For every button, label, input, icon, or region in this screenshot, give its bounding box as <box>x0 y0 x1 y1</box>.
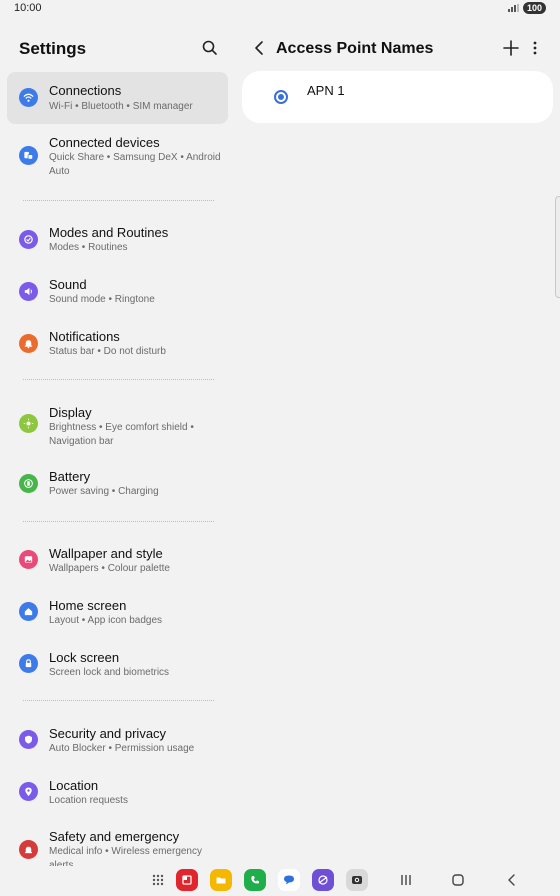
settings-title: Settings <box>19 39 87 58</box>
settings-item-connected-devices[interactable]: Connected devices Quick Share • Samsung … <box>7 128 228 188</box>
menu-title: Home screen <box>49 598 127 613</box>
speaker-icon <box>19 282 38 301</box>
settings-panel: Settings Connections Wi-Fi • Bluetooth •… <box>0 30 236 866</box>
more-options-icon[interactable] <box>530 39 540 57</box>
modes-icon <box>19 230 38 249</box>
apn-list-item[interactable]: APN 1 <box>242 71 553 123</box>
settings-item-modes-routines[interactable]: Modes and Routines Modes • Routines <box>7 214 228 260</box>
menu-title: Modes and Routines <box>49 225 169 240</box>
apn-radio-selected[interactable] <box>274 90 288 104</box>
menu-subtitle: Modes • Routines <box>49 242 128 253</box>
sun-icon <box>19 414 38 433</box>
camera-icon[interactable] <box>346 869 368 891</box>
menu-subtitle: Wallpapers • Colour palette <box>49 563 170 574</box>
signal-icon <box>507 4 519 12</box>
settings-item-location[interactable]: Location Location requests <box>7 768 228 814</box>
back-arrow-icon[interactable] <box>252 39 268 57</box>
menu-title: Safety and emergency <box>49 829 180 844</box>
settings-item-sound[interactable]: Sound Sound mode • Ringtone <box>7 266 228 312</box>
location-icon <box>19 782 38 801</box>
flipboard-icon[interactable] <box>176 869 198 891</box>
settings-item-wallpaper[interactable]: Wallpaper and style Wallpapers • Colour … <box>7 536 228 582</box>
menu-subtitle: Power saving • Charging <box>49 486 159 497</box>
page-title: Access Point Names <box>276 40 434 57</box>
lock-icon <box>19 654 38 673</box>
internet-icon[interactable] <box>312 869 334 891</box>
wallpaper-icon <box>19 550 38 569</box>
menu-subtitle: Medical info • Wireless emergency alerts <box>49 846 202 866</box>
menu-subtitle: Layout • App icon badges <box>49 615 163 626</box>
back-button-icon[interactable] <box>502 871 522 889</box>
settings-item-battery[interactable]: Battery Power saving • Charging <box>7 460 228 506</box>
settings-item-connections[interactable]: Connections Wi-Fi • Bluetooth • SIM mana… <box>7 72 228 124</box>
settings-item-notifications[interactable]: Notifications Status bar • Do not distur… <box>7 318 228 364</box>
section-divider <box>23 200 214 201</box>
status-bar: 10:00 100 <box>0 0 560 18</box>
apn-header: Access Point Names <box>242 30 560 68</box>
files-icon[interactable] <box>210 869 232 891</box>
wifi-icon <box>19 88 38 107</box>
messages-icon[interactable] <box>278 869 300 891</box>
menu-subtitle: Brightness • Eye comfort shield • Naviga… <box>49 422 194 447</box>
section-divider <box>23 379 214 380</box>
settings-item-display[interactable]: Display Brightness • Eye comfort shield … <box>7 396 228 454</box>
bell-icon <box>19 334 38 353</box>
menu-title: Notifications <box>49 329 120 344</box>
add-icon[interactable] <box>502 39 520 57</box>
shield-icon <box>19 730 38 749</box>
emergency-icon <box>19 840 38 859</box>
section-divider <box>23 700 214 701</box>
menu-subtitle: Sound mode • Ringtone <box>49 294 155 305</box>
home-button-icon[interactable] <box>448 871 468 889</box>
status-time: 10:00 <box>14 2 42 14</box>
apn-name: APN 1 <box>307 83 345 98</box>
menu-title: Location <box>49 778 99 793</box>
section-divider <box>23 521 214 522</box>
menu-subtitle: Location requests <box>49 795 128 806</box>
taskbar <box>0 866 560 896</box>
settings-item-lock-screen[interactable]: Lock screen Screen lock and biometrics <box>7 640 228 686</box>
settings-item-safety-emergency[interactable]: Safety and emergency Medical info • Wire… <box>7 820 228 866</box>
menu-title: Security and privacy <box>49 726 167 741</box>
recent-apps-icon[interactable] <box>396 871 416 889</box>
settings-item-security-privacy[interactable]: Security and privacy Auto Blocker • Perm… <box>7 716 228 762</box>
edge-panel-handle[interactable] <box>555 196 560 298</box>
menu-subtitle: Wi-Fi • Bluetooth • SIM manager <box>49 101 193 112</box>
menu-title: Sound <box>49 277 87 292</box>
battery-indicator: 100 <box>522 2 546 14</box>
status-icons: 100 <box>507 2 546 14</box>
menu-title: Battery <box>49 469 91 484</box>
menu-title: Connections <box>49 83 122 98</box>
menu-subtitle: Quick Share • Samsung DeX • Android Auto <box>49 152 221 177</box>
menu-subtitle: Status bar • Do not disturb <box>49 346 166 357</box>
search-icon[interactable] <box>200 38 220 58</box>
menu-title: Connected devices <box>49 135 160 150</box>
menu-subtitle: Auto Blocker • Permission usage <box>49 743 195 754</box>
app-drawer-icon[interactable] <box>147 869 169 891</box>
battery-icon <box>19 474 38 493</box>
settings-item-home-screen[interactable]: Home screen Layout • App icon badges <box>7 588 228 634</box>
home-icon <box>19 602 38 621</box>
menu-title: Lock screen <box>49 650 120 665</box>
devices-icon <box>19 146 38 165</box>
menu-subtitle: Screen lock and biometrics <box>49 667 170 678</box>
menu-title: Wallpaper and style <box>49 546 163 561</box>
phone-icon[interactable] <box>244 869 266 891</box>
menu-title: Display <box>49 405 92 420</box>
